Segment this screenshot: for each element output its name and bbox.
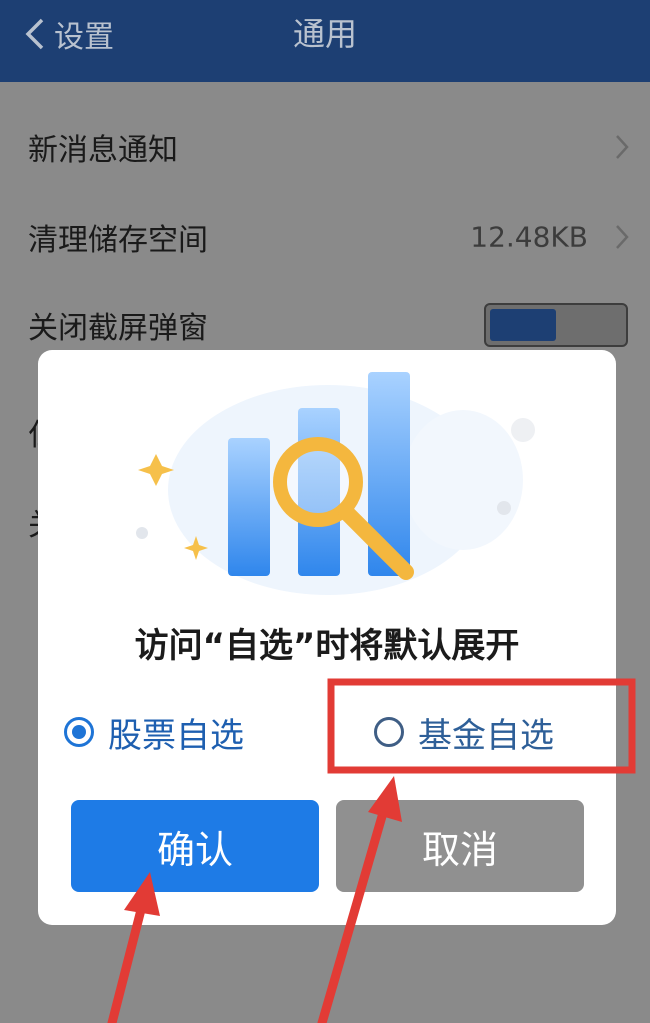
chevron-right-icon	[616, 135, 629, 159]
page-title: 通用	[292, 15, 357, 53]
radio-selected-icon	[64, 717, 94, 747]
confirm-button[interactable]: 确认	[71, 800, 319, 892]
storage-size-value: 12.48KB	[470, 220, 588, 254]
toggle-knob	[490, 309, 556, 341]
dialog-title: 访问“自选”时将默认展开	[134, 626, 520, 666]
option-label: 基金自选	[418, 715, 554, 756]
top-navigation-bar: 设置 通用	[0, 0, 650, 82]
row-label: 清理储存空间	[28, 223, 208, 258]
screenshot-popup-toggle[interactable]	[484, 303, 628, 347]
stock-watchlist-option[interactable]: 股票自选	[64, 708, 244, 756]
chart-search-illustration	[136, 372, 535, 595]
settings-row-clear-storage[interactable]: 清理储存空间 12.48KB	[0, 192, 650, 282]
option-label: 股票自选	[108, 715, 244, 756]
cancel-button[interactable]: 取消	[336, 800, 584, 892]
default-expand-dialog: 访问“自选”时将默认展开 股票自选 基金自选 确认 取消	[38, 350, 616, 925]
chevron-right-icon	[616, 225, 629, 249]
row-label: 新消息通知	[28, 133, 178, 168]
settings-row-notifications[interactable]: 新消息通知	[0, 102, 650, 192]
row-label: 关闭截屏弹窗	[28, 311, 208, 346]
radio-unselected-icon	[374, 717, 404, 747]
fund-watchlist-option[interactable]: 基金自选	[374, 708, 554, 756]
